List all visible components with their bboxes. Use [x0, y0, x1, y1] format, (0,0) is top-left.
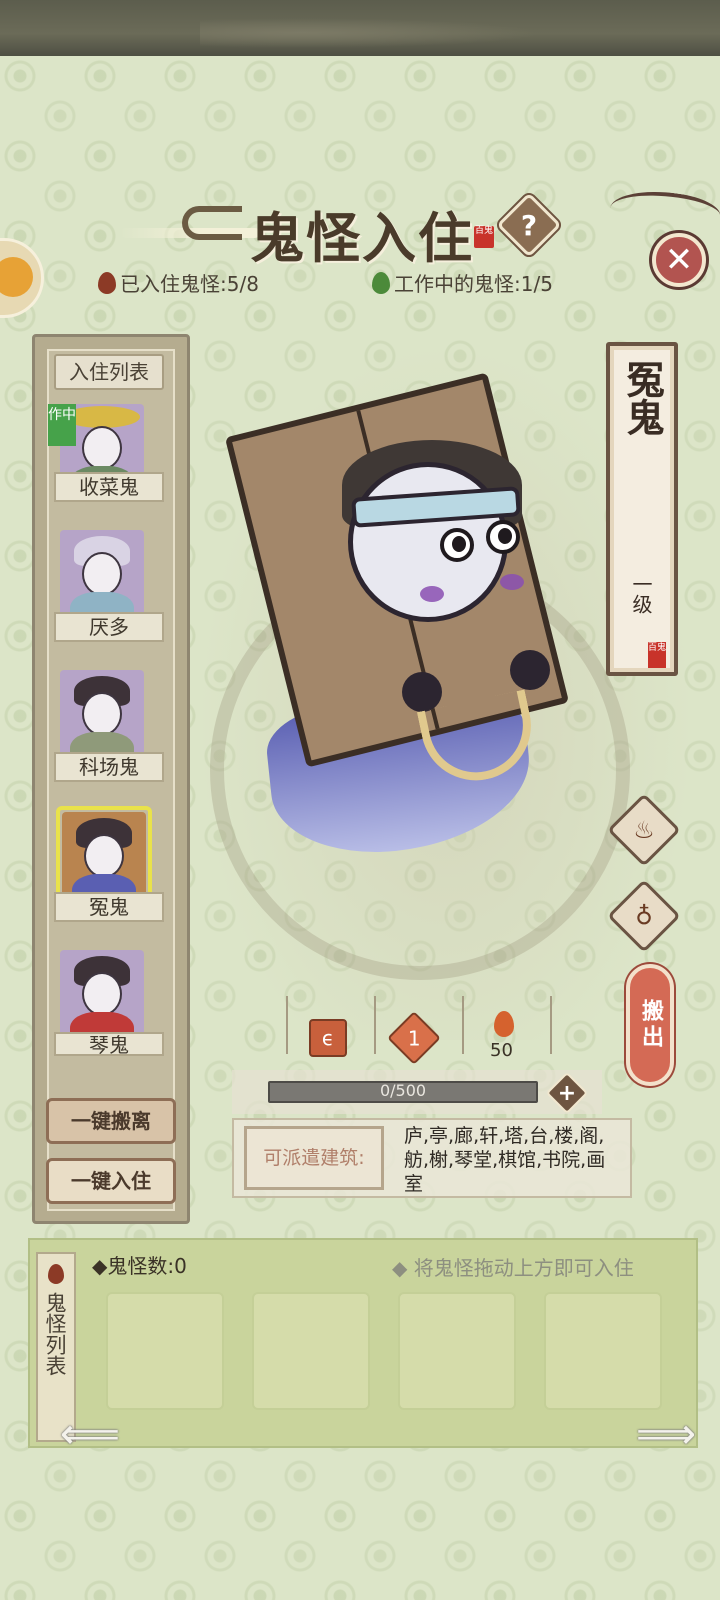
house-all-button[interactable]: 一键入住	[46, 1158, 176, 1204]
ghost-cheek-left	[420, 586, 444, 602]
ghost-eye-right	[486, 520, 520, 554]
resident-name-2: 科场鬼	[54, 752, 164, 782]
ghost-level: 一级	[629, 574, 653, 614]
flame-swirl-icon: ♨	[633, 816, 655, 844]
ghost-face	[82, 426, 122, 470]
close-icon: ✕	[664, 240, 694, 280]
help-button[interactable]: ?	[496, 192, 562, 258]
divider	[374, 996, 376, 1054]
working-count-label: 工作中的鬼怪:1/5	[394, 272, 553, 296]
resident-portrait-2[interactable]	[60, 670, 144, 758]
ghost-slot[interactable]	[544, 1292, 662, 1410]
evict-all-button[interactable]: 一键搬离	[46, 1098, 176, 1144]
ghost-slot[interactable]	[106, 1292, 224, 1410]
ghost-cheek-right	[500, 574, 524, 590]
level-badge-value: 1	[407, 1025, 421, 1050]
ghost-slot[interactable]	[398, 1292, 516, 1410]
resident-portrait-4[interactable]	[60, 950, 144, 1038]
page-title: 鬼怪入住	[250, 206, 474, 270]
flame-icon	[494, 1011, 514, 1037]
ghost-name: 冤鬼	[620, 360, 665, 436]
flame-icon	[98, 271, 116, 294]
swirl-icon: ϵ	[309, 1019, 347, 1057]
ghost-pool-label: 鬼怪列表	[43, 1292, 67, 1376]
resident-list-title: 入住列表	[54, 354, 164, 390]
title-swirl-ornament	[182, 206, 242, 240]
ghost-pool-hint: ◆ 将鬼怪拖动上方即可入住	[392, 1256, 634, 1280]
diamond-badge-icon: 1	[387, 1011, 441, 1065]
ghost-face	[82, 972, 122, 1016]
question-icon: ?	[520, 208, 538, 242]
ghost-pool-count-label: 鬼怪数:0	[107, 1254, 187, 1278]
dispatch-buildings-list: 庐,亭,廊,轩,塔,台,楼,阁,舫,榭,琴堂,棋馆,书院,画室	[404, 1125, 606, 1195]
flame-icon	[48, 1264, 64, 1284]
working-count: 工作中的鬼怪:1/5	[372, 268, 553, 297]
arrow-left-icon[interactable]: ⟸	[52, 1413, 128, 1455]
ghost-pool-count: ◆鬼怪数:0	[92, 1254, 187, 1278]
ghost-pool-hint-label: 将鬼怪拖动上方即可入住	[413, 1256, 634, 1280]
flame-stat-value: 50	[490, 1040, 513, 1061]
level-badge: 1	[387, 1011, 441, 1065]
housed-count-label: 已入住鬼怪:5/8	[120, 272, 259, 296]
close-button[interactable]: ✕	[652, 233, 706, 287]
resident-name-1: 厌多	[54, 612, 164, 642]
pouch-icon: ♁	[635, 902, 653, 930]
dispatch-buildings-label: 可派遣建筑:	[244, 1126, 384, 1190]
top-scene-strip	[0, 0, 720, 56]
ghost-face	[82, 552, 122, 596]
title-seal: 百鬼	[474, 226, 494, 248]
ghost-eye-left	[440, 528, 474, 562]
move-out-button[interactable]: 搬出	[626, 964, 674, 1086]
title-row: 鬼怪入住 百鬼 ?	[120, 190, 600, 270]
working-badge: 作中	[48, 404, 76, 446]
ghost-name-scroll: 冤鬼 一级 百鬼	[606, 342, 678, 676]
divider	[550, 996, 552, 1054]
resident-name-0: 收菜鬼	[54, 472, 164, 502]
resident-name-4: 琴鬼	[54, 1032, 164, 1056]
board-hole-left	[402, 672, 442, 712]
ghost-slot[interactable]	[252, 1292, 370, 1410]
selection-highlight	[56, 806, 152, 902]
resident-portrait-1[interactable]	[60, 530, 144, 618]
divider	[462, 996, 464, 1054]
green-flame-icon	[372, 271, 390, 294]
resident-name-3: 冤鬼	[54, 892, 164, 922]
ghost-seal: 百鬼	[648, 642, 666, 668]
divider	[286, 996, 288, 1054]
experience-text: 0/500	[379, 1081, 427, 1100]
plus-icon: +	[557, 1080, 577, 1106]
flame-stat	[484, 1004, 524, 1044]
housed-count: 已入住鬼怪:5/8	[98, 268, 259, 297]
board-hole-right	[510, 650, 550, 690]
element-attribute: ϵ	[308, 1018, 348, 1058]
ghost-face	[82, 692, 122, 736]
arrow-right-icon[interactable]: ⟹	[628, 1413, 704, 1455]
